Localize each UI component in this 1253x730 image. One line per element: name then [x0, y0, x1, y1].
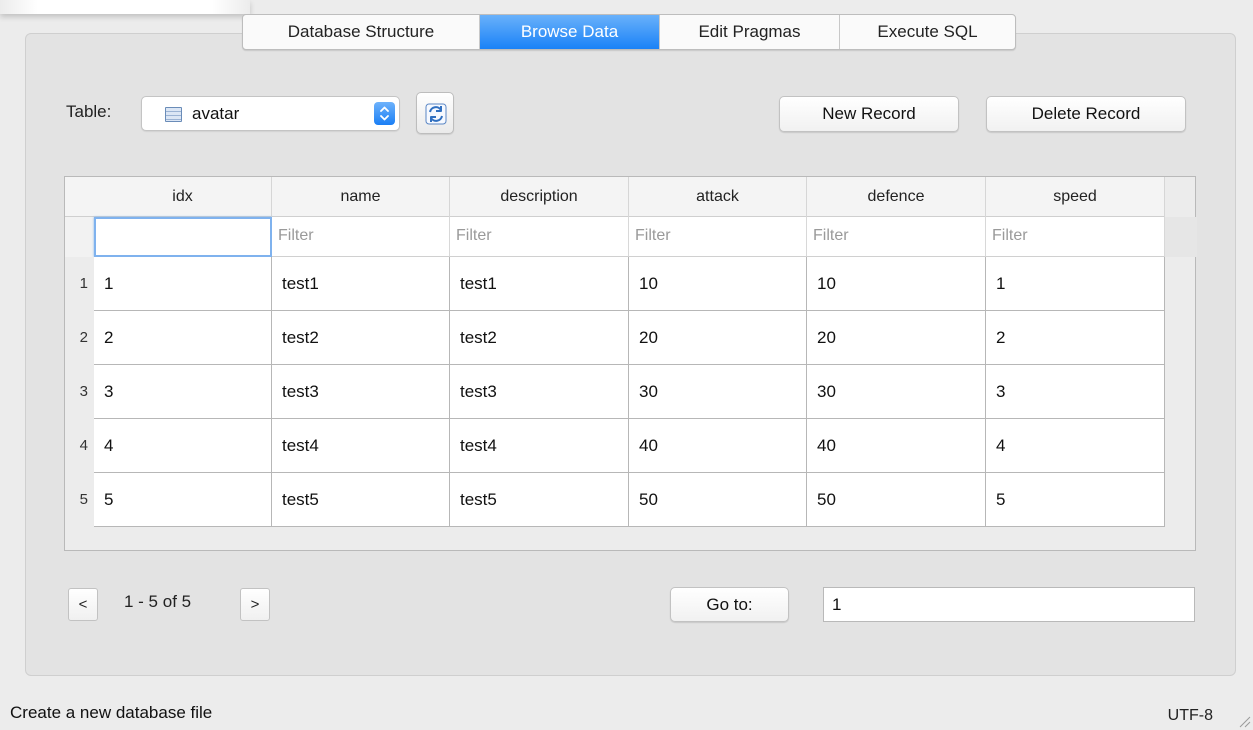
table-cell[interactable]: test1 — [272, 257, 450, 311]
prev-page-button[interactable]: < — [68, 588, 98, 621]
row-number[interactable]: 2 — [65, 311, 94, 365]
table-cell[interactable]: 50 — [807, 473, 986, 527]
table-select-value: avatar — [192, 104, 240, 123]
table-cell[interactable]: test4 — [450, 419, 629, 473]
filter-input-speed[interactable]: Filter — [986, 217, 1165, 257]
window-shadow — [0, 0, 250, 14]
table-cell[interactable]: 30 — [629, 365, 807, 419]
table-label: Table: — [66, 102, 112, 121]
tab-execute-sql[interactable]: Execute SQL — [840, 15, 1015, 49]
table-row: 5 5 test5 test5 50 50 5 — [65, 473, 1165, 527]
table-cell[interactable]: 5 — [94, 473, 272, 527]
filter-row-gap — [1165, 217, 1197, 257]
filter-input-attack[interactable]: Filter — [629, 217, 807, 257]
table-cell[interactable]: test5 — [450, 473, 629, 527]
tab-edit-pragmas[interactable]: Edit Pragmas — [660, 15, 840, 49]
tab-browse-data[interactable]: Browse Data — [480, 15, 660, 49]
grid-header: idx name description attack defence spee… — [65, 177, 1165, 217]
app-window: Database Structure Browse Data Edit Prag… — [0, 0, 1253, 730]
table-cell[interactable]: 3 — [986, 365, 1165, 419]
tab-database-structure[interactable]: Database Structure — [243, 15, 480, 49]
resize-grip-icon[interactable] — [1237, 714, 1251, 728]
row-number[interactable]: 4 — [65, 419, 94, 473]
new-record-button[interactable]: New Record — [779, 96, 959, 132]
table-cell[interactable]: test1 — [450, 257, 629, 311]
table-cell[interactable]: 20 — [629, 311, 807, 365]
table-cell[interactable]: 10 — [807, 257, 986, 311]
table-cell[interactable]: 30 — [807, 365, 986, 419]
table-select[interactable]: avatar — [141, 96, 400, 131]
table-row: 3 3 test3 test3 30 30 3 — [65, 365, 1165, 419]
tab-bar: Database Structure Browse Data Edit Prag… — [242, 14, 1016, 50]
table-cell[interactable]: test4 — [272, 419, 450, 473]
table-cell[interactable]: 40 — [629, 419, 807, 473]
table-icon — [165, 107, 182, 122]
table-cell[interactable]: 10 — [629, 257, 807, 311]
delete-record-button[interactable]: Delete Record — [986, 96, 1186, 132]
table-cell[interactable]: 40 — [807, 419, 986, 473]
table-cell[interactable]: 1 — [94, 257, 272, 311]
table-cell[interactable]: 50 — [629, 473, 807, 527]
encoding-indicator: UTF-8 — [1167, 707, 1213, 724]
table-cell[interactable]: 2 — [986, 311, 1165, 365]
table-cell[interactable]: 4 — [986, 419, 1165, 473]
filter-input-name[interactable]: Filter — [272, 217, 450, 257]
status-message: Create a new database file — [10, 703, 213, 722]
table-cell[interactable]: 20 — [807, 311, 986, 365]
filter-input-description[interactable]: Filter — [450, 217, 629, 257]
table-row: 4 4 test4 test4 40 40 4 — [65, 419, 1165, 473]
header-corner — [65, 177, 94, 216]
row-number[interactable]: 5 — [65, 473, 94, 527]
page-status: 1 - 5 of 5 — [124, 592, 192, 611]
table-row: 1 1 test1 test1 10 10 1 — [65, 257, 1165, 311]
refresh-icon — [425, 103, 447, 125]
filter-input-defence[interactable]: Filter — [807, 217, 986, 257]
column-header-name[interactable]: name — [272, 177, 450, 217]
table-cell[interactable]: 4 — [94, 419, 272, 473]
column-header-idx[interactable]: idx — [94, 177, 272, 217]
table-cell[interactable]: test3 — [272, 365, 450, 419]
goto-button[interactable]: Go to: — [670, 587, 789, 622]
column-header-attack[interactable]: attack — [629, 177, 807, 217]
grid-rows: 1 1 test1 test1 10 10 1 2 2 test2 test2 … — [65, 257, 1165, 527]
table-cell[interactable]: 2 — [94, 311, 272, 365]
row-number[interactable]: 3 — [65, 365, 94, 419]
next-page-button[interactable]: > — [240, 588, 270, 621]
column-header-speed[interactable]: speed — [986, 177, 1165, 217]
filter-row: Filter Filter Filter Filter Filter — [65, 217, 1197, 257]
table-cell[interactable]: 3 — [94, 365, 272, 419]
data-grid: idx name description attack defence spee… — [64, 176, 1197, 551]
select-stepper-icon — [374, 102, 395, 125]
table-cell[interactable]: test2 — [272, 311, 450, 365]
column-header-defence[interactable]: defence — [807, 177, 986, 217]
table-row: 2 2 test2 test2 20 20 2 — [65, 311, 1165, 365]
table-cell[interactable]: 5 — [986, 473, 1165, 527]
filter-input-idx[interactable] — [94, 217, 272, 257]
filter-corner — [65, 217, 94, 257]
table-cell[interactable]: test3 — [450, 365, 629, 419]
table-cell[interactable]: test5 — [272, 473, 450, 527]
table-cell[interactable]: 1 — [986, 257, 1165, 311]
column-header-description[interactable]: description — [450, 177, 629, 217]
table-cell[interactable]: test2 — [450, 311, 629, 365]
goto-input[interactable]: 1 — [823, 587, 1195, 622]
refresh-button[interactable] — [416, 92, 454, 134]
row-number[interactable]: 1 — [65, 257, 94, 311]
